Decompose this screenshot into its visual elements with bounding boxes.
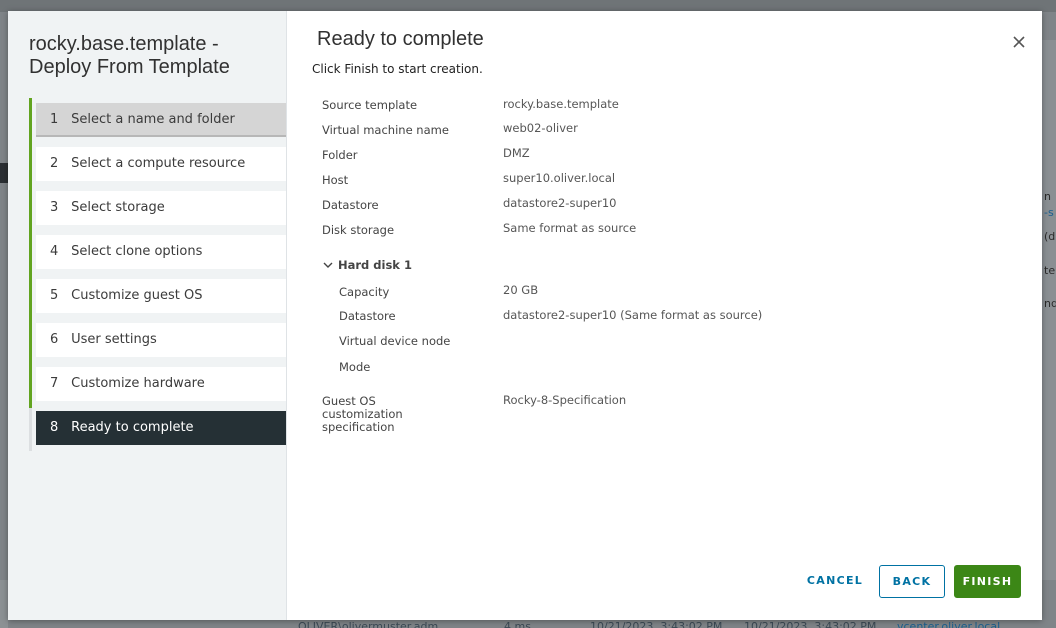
hard-disk-field-label: Datastore bbox=[339, 309, 396, 323]
step-number: 1 bbox=[50, 112, 59, 127]
step-number: 2 bbox=[50, 156, 59, 171]
finish-button[interactable]: FINISH bbox=[954, 565, 1021, 598]
summary-label: Folder bbox=[322, 148, 358, 162]
wizard-content: Ready to complete Click Finish to start … bbox=[287, 11, 1042, 620]
step-label: Select storage bbox=[71, 200, 165, 215]
deploy-template-dialog: rocky.base.template - Deploy From Templa… bbox=[8, 11, 1042, 620]
wizard-step-user-settings[interactable]: 6 User settings bbox=[36, 323, 286, 357]
wizard-title-line: rocky.base.template - bbox=[29, 33, 219, 55]
background-tab bbox=[0, 163, 8, 183]
background-cell: 10/21/2023, 3:43:02 PM bbox=[590, 620, 723, 628]
summary-value: datastore2-super10 bbox=[503, 196, 617, 210]
hard-disk-field-label: Virtual device node bbox=[339, 334, 451, 348]
background-cell: OLIVER\olivermuster.adm bbox=[298, 620, 439, 628]
wizard-step-storage[interactable]: 3 Select storage bbox=[36, 191, 286, 225]
step-number: 5 bbox=[50, 288, 59, 303]
background-cell: 10/21/2023, 3:43:02 PM bbox=[744, 620, 877, 628]
wizard-title-line: Deploy From Template bbox=[29, 56, 230, 78]
step-number: 4 bbox=[50, 244, 59, 259]
step-label: Select a compute resource bbox=[71, 156, 246, 171]
background-text-fragment: -s bbox=[1044, 206, 1054, 219]
step-label: Select clone options bbox=[71, 244, 203, 259]
page-title: Ready to complete bbox=[317, 28, 484, 50]
step-label: User settings bbox=[71, 332, 157, 347]
step-number: 6 bbox=[50, 332, 59, 347]
wizard-step-customize-hardware[interactable]: 7 Customize hardware bbox=[36, 367, 286, 401]
cancel-button[interactable]: CANCEL bbox=[799, 565, 871, 598]
background-text-fragment: (d bbox=[1044, 230, 1056, 243]
background-cell: 4 ms bbox=[504, 620, 531, 628]
background-text-fragment: te bbox=[1044, 264, 1056, 277]
wizard-step-ready-to-complete[interactable]: 8 Ready to complete bbox=[36, 411, 286, 445]
wizard-step-compute-resource[interactable]: 2 Select a compute resource bbox=[36, 147, 286, 181]
page-subtitle: Click Finish to start creation. bbox=[312, 62, 483, 76]
summary-label: Disk storage bbox=[322, 223, 395, 237]
hard-disk-field-label: Mode bbox=[339, 360, 371, 374]
hard-disk-toggle[interactable]: Hard disk 1 bbox=[323, 258, 412, 272]
close-icon[interactable] bbox=[1010, 33, 1028, 51]
wizard-title: rocky.base.template - Deploy From Templa… bbox=[29, 33, 279, 79]
step-label: Select a name and folder bbox=[71, 112, 235, 127]
wizard-step-select-name-folder[interactable]: 1 Select a name and folder bbox=[36, 103, 286, 137]
hard-disk-field-value: datastore2-super10 (Same format as sourc… bbox=[503, 308, 763, 322]
summary-label: Virtual machine name bbox=[322, 123, 449, 137]
step-label: Customize hardware bbox=[71, 376, 205, 391]
wizard-step-customize-guest-os[interactable]: 5 Customize guest OS bbox=[36, 279, 286, 313]
step-label: Customize guest OS bbox=[71, 288, 203, 303]
step-number: 8 bbox=[50, 420, 59, 435]
guest-os-spec-value: Rocky-8-Specification bbox=[503, 393, 627, 407]
guest-os-spec-label: Guest OS customization specification bbox=[322, 394, 403, 434]
summary-value: Same format as source bbox=[503, 221, 637, 235]
step-number: 3 bbox=[50, 200, 59, 215]
wizard-step-clone-options[interactable]: 4 Select clone options bbox=[36, 235, 286, 269]
summary-label: Source template bbox=[322, 98, 418, 112]
summary-value: rocky.base.template bbox=[503, 97, 619, 111]
background-column bbox=[1042, 40, 1056, 580]
hard-disk-field-label: Capacity bbox=[339, 285, 390, 299]
step-number: 7 bbox=[50, 376, 59, 391]
steps-progress-completed bbox=[29, 98, 32, 408]
chevron-down-icon bbox=[323, 262, 333, 268]
hard-disk-label: Hard disk 1 bbox=[338, 258, 412, 272]
back-button[interactable]: BACK bbox=[879, 565, 945, 598]
summary-value: DMZ bbox=[503, 146, 530, 160]
summary-label: Datastore bbox=[322, 198, 379, 212]
background-cell-link: vcenter.oliver.local bbox=[897, 620, 1001, 628]
summary-value: web02-oliver bbox=[503, 121, 578, 135]
background-panel bbox=[0, 580, 8, 628]
wizard-sidebar: rocky.base.template - Deploy From Templa… bbox=[8, 11, 287, 620]
background-text-fragment: nd bbox=[1044, 297, 1056, 310]
step-label: Ready to complete bbox=[71, 420, 194, 435]
hard-disk-field-value: 20 GB bbox=[503, 283, 539, 297]
summary-label: Host bbox=[322, 173, 349, 187]
summary-value: super10.oliver.local bbox=[503, 171, 616, 185]
background-text-fragment: n bbox=[1044, 190, 1051, 203]
